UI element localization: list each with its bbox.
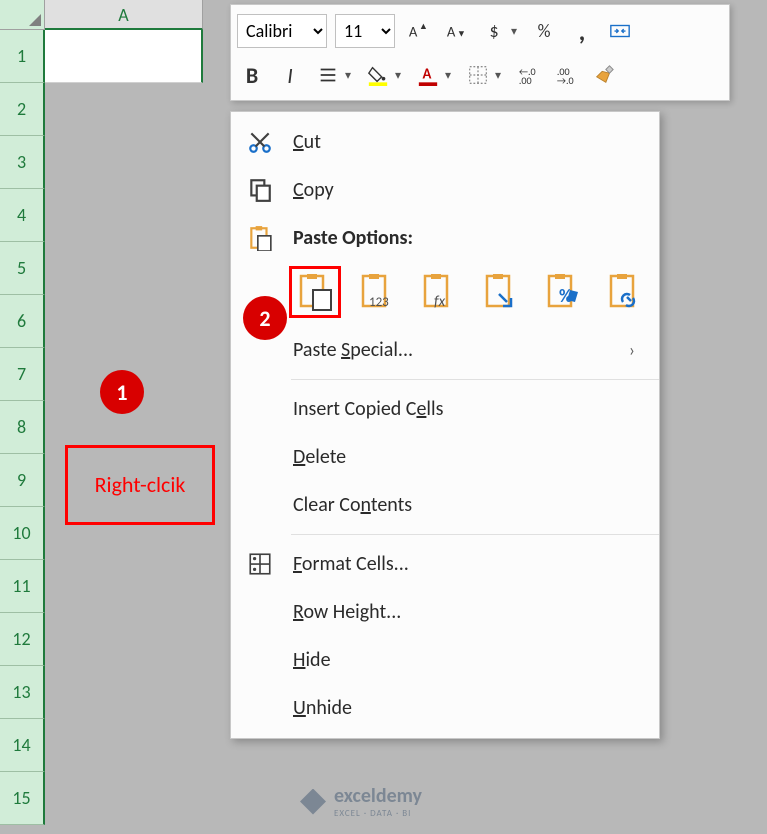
menu-item-format-cells[interactable]: Format Cells...	[231, 540, 659, 588]
row-header[interactable]: 13	[0, 666, 45, 719]
row-header[interactable]: 9	[0, 454, 45, 507]
chevron-down-icon[interactable]: ▾	[511, 24, 521, 39]
menu-item-unhide[interactable]: Unhide	[231, 684, 659, 732]
menu-label: Clear Contents	[293, 493, 412, 517]
row-header[interactable]: 2	[0, 83, 45, 136]
paste-link-icon[interactable]	[601, 268, 649, 316]
row-header[interactable]: 7	[0, 348, 45, 401]
clipboard-icon	[245, 223, 275, 253]
row-header[interactable]: 10	[0, 507, 45, 560]
menu-label: Copy	[293, 178, 334, 202]
paste-formulas-icon[interactable]: fx	[415, 268, 463, 316]
menu-separator	[291, 534, 659, 535]
menu-item-delete[interactable]: Delete	[231, 433, 659, 481]
menu-item-insert-copied-cells[interactable]: Insert Copied Cells	[231, 385, 659, 433]
row-header[interactable]: 8	[0, 401, 45, 454]
menu-label: Paste Special...	[293, 338, 413, 362]
row-headers: 1 2 3 4 5 6 7 8 9 10 11 12 13 14 15	[0, 30, 45, 825]
svg-text:A: A	[409, 23, 418, 41]
svg-text:▼: ▼	[457, 29, 466, 40]
paste-options-row: 123 fx %	[231, 262, 659, 326]
paste-values-icon[interactable]: 123	[353, 268, 401, 316]
align-icon[interactable]	[313, 60, 343, 90]
annotation-badge-2: 2	[243, 296, 287, 340]
row-header[interactable]: 12	[0, 613, 45, 666]
currency-icon[interactable]: $	[479, 16, 509, 46]
bold-button[interactable]: B	[237, 60, 267, 90]
paste-icon[interactable]	[291, 268, 339, 316]
row-header[interactable]: 15	[0, 772, 45, 825]
menu-item-clear-contents[interactable]: Clear Contents	[231, 481, 659, 529]
row-header[interactable]: 3	[0, 136, 45, 189]
watermark-name: exceldemy	[334, 784, 422, 808]
row-header[interactable]: 4	[0, 189, 45, 242]
annotation-badge-1: 1	[100, 370, 144, 414]
menu-label: Unhide	[293, 696, 352, 720]
menu-label: Hide	[293, 648, 331, 672]
font-name-select[interactable]: Calibri	[237, 14, 327, 48]
font-size-select[interactable]: 11	[335, 14, 395, 48]
paste-formatting-icon[interactable]: %	[539, 268, 587, 316]
chevron-down-icon[interactable]: ▾	[395, 68, 405, 83]
menu-label: Cut	[293, 130, 321, 154]
row-header[interactable]: 5	[0, 242, 45, 295]
chevron-down-icon[interactable]: ▾	[495, 68, 505, 83]
chevron-down-icon[interactable]: ▾	[345, 68, 355, 83]
fill-color-icon[interactable]	[363, 60, 393, 90]
mini-toolbar: Calibri 11 A▲ A▼ $ ▾ % , B I ▾ ▾ A ▾ ▾ ←…	[230, 4, 730, 101]
svg-text:.00: .00	[519, 74, 532, 86]
paste-transpose-icon[interactable]	[477, 268, 525, 316]
row-header[interactable]: 1	[0, 30, 45, 83]
copy-icon	[245, 175, 275, 205]
menu-label: Paste Options:	[293, 226, 413, 250]
row-header[interactable]: 6	[0, 295, 45, 348]
row-header[interactable]: 11	[0, 560, 45, 613]
menu-item-cut[interactable]: Cut	[231, 118, 659, 166]
watermark: exceldemy EXCEL · DATA · BI	[300, 784, 422, 819]
menu-header-paste-options: Paste Options:	[231, 214, 659, 262]
increase-font-icon[interactable]: A▲	[403, 16, 433, 46]
chevron-right-icon: ›	[629, 339, 645, 361]
context-menu: Cut Copy Paste Options: 123 fx % Paste S…	[230, 111, 660, 739]
svg-text:fx: fx	[434, 293, 446, 311]
watermark-logo-icon	[300, 789, 326, 815]
column-header-a[interactable]: A	[45, 0, 203, 30]
menu-item-copy[interactable]: Copy	[231, 166, 659, 214]
decrease-decimal-icon[interactable]: .00→.0	[551, 60, 581, 90]
menu-label: Format Cells...	[293, 552, 409, 576]
svg-text:▲: ▲	[419, 21, 428, 32]
comma-icon[interactable]: ,	[567, 16, 597, 46]
format-cells-icon	[245, 549, 275, 579]
increase-decimal-icon[interactable]: ←.0.00	[513, 60, 543, 90]
svg-text:123: 123	[369, 295, 389, 310]
watermark-sub: EXCEL · DATA · BI	[334, 808, 422, 819]
annotation-step-1-box: Right-clcik	[65, 445, 215, 525]
percent-icon[interactable]: %	[529, 16, 559, 46]
row-header[interactable]: 14	[0, 719, 45, 772]
menu-item-paste-special[interactable]: Paste Special... ›	[231, 326, 659, 374]
italic-button[interactable]: I	[275, 60, 305, 90]
font-color-icon[interactable]: A	[413, 60, 443, 90]
menu-label: Row Height...	[293, 600, 401, 624]
decrease-font-icon[interactable]: A▼	[441, 16, 471, 46]
menu-item-hide[interactable]: Hide	[231, 636, 659, 684]
svg-text:A: A	[423, 65, 432, 83]
merge-icon[interactable]	[605, 16, 635, 46]
select-all-corner[interactable]	[0, 0, 45, 30]
format-painter-icon[interactable]	[589, 60, 619, 90]
scissors-icon	[245, 127, 275, 157]
chevron-down-icon[interactable]: ▾	[445, 68, 455, 83]
svg-text:→.0: →.0	[557, 74, 574, 86]
menu-label: Insert Copied Cells	[293, 397, 443, 421]
cell-a1[interactable]	[45, 30, 203, 83]
borders-icon[interactable]	[463, 60, 493, 90]
menu-label: Delete	[293, 445, 346, 469]
menu-separator	[291, 379, 659, 380]
svg-text:A: A	[447, 23, 456, 41]
menu-item-row-height[interactable]: Row Height...	[231, 588, 659, 636]
